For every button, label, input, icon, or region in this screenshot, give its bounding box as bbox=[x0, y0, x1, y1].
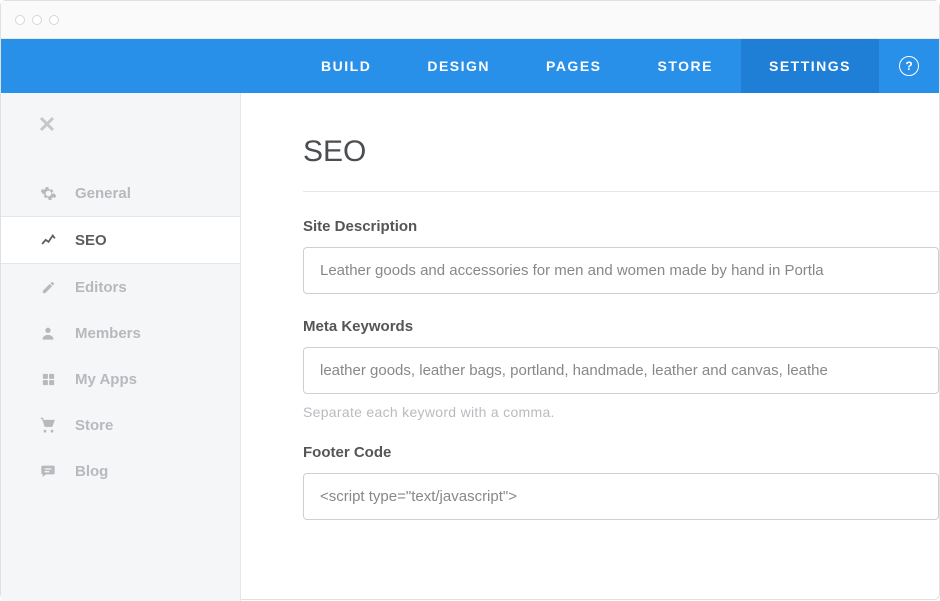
pencil-icon bbox=[39, 278, 57, 296]
sidebar-item-label: SEO bbox=[75, 232, 107, 249]
site-description-input[interactable] bbox=[303, 247, 939, 294]
main-content: SEO Site Description Meta Keywords Separ… bbox=[241, 93, 939, 601]
sidebar-item-label: Store bbox=[75, 417, 113, 434]
nav-settings[interactable]: SETTINGS bbox=[741, 39, 879, 93]
person-icon bbox=[39, 324, 57, 342]
window-minimize-dot[interactable] bbox=[32, 15, 42, 25]
sidebar-item-store[interactable]: Store bbox=[1, 402, 240, 448]
sidebar-item-label: Members bbox=[75, 325, 141, 342]
help-icon: ? bbox=[899, 56, 919, 76]
sidebar-close-button[interactable] bbox=[1, 93, 240, 170]
chart-line-icon bbox=[39, 231, 57, 249]
meta-keywords-hint: Separate each keyword with a comma. bbox=[303, 404, 939, 420]
footer-code-input[interactable] bbox=[303, 473, 939, 520]
cart-icon bbox=[39, 416, 57, 434]
nav-store[interactable]: STORE bbox=[630, 39, 741, 93]
meta-keywords-field: Meta Keywords Separate each keyword with… bbox=[303, 318, 939, 420]
sidebar-item-editors[interactable]: Editors bbox=[1, 264, 240, 310]
grid-icon bbox=[39, 370, 57, 388]
close-icon bbox=[39, 116, 55, 132]
sidebar-item-seo[interactable]: SEO bbox=[1, 216, 240, 264]
sidebar: General SEO Editors Members My Apps bbox=[1, 93, 241, 601]
meta-keywords-input[interactable] bbox=[303, 347, 939, 394]
sidebar-item-general[interactable]: General bbox=[1, 170, 240, 216]
nav-pages[interactable]: PAGES bbox=[518, 39, 629, 93]
window-close-dot[interactable] bbox=[15, 15, 25, 25]
sidebar-item-label: Editors bbox=[75, 279, 127, 296]
help-button[interactable]: ? bbox=[879, 39, 939, 93]
sidebar-item-blog[interactable]: Blog bbox=[1, 448, 240, 494]
top-navigation: BUILD DESIGN PAGES STORE SETTINGS ? bbox=[1, 39, 939, 93]
page-title: SEO bbox=[303, 135, 939, 169]
site-description-field: Site Description bbox=[303, 218, 939, 294]
footer-code-field: Footer Code bbox=[303, 444, 939, 520]
chat-icon bbox=[39, 462, 57, 480]
sidebar-item-label: Blog bbox=[75, 463, 108, 480]
site-description-label: Site Description bbox=[303, 218, 939, 235]
sidebar-item-members[interactable]: Members bbox=[1, 310, 240, 356]
section-divider bbox=[303, 191, 939, 192]
meta-keywords-label: Meta Keywords bbox=[303, 318, 939, 335]
sidebar-item-label: My Apps bbox=[75, 371, 137, 388]
nav-design[interactable]: DESIGN bbox=[399, 39, 518, 93]
window-maximize-dot[interactable] bbox=[49, 15, 59, 25]
footer-code-label: Footer Code bbox=[303, 444, 939, 461]
nav-build[interactable]: BUILD bbox=[293, 39, 399, 93]
window-titlebar bbox=[1, 1, 939, 39]
sidebar-item-label: General bbox=[75, 185, 131, 202]
sidebar-item-myapps[interactable]: My Apps bbox=[1, 356, 240, 402]
gear-icon bbox=[39, 184, 57, 202]
